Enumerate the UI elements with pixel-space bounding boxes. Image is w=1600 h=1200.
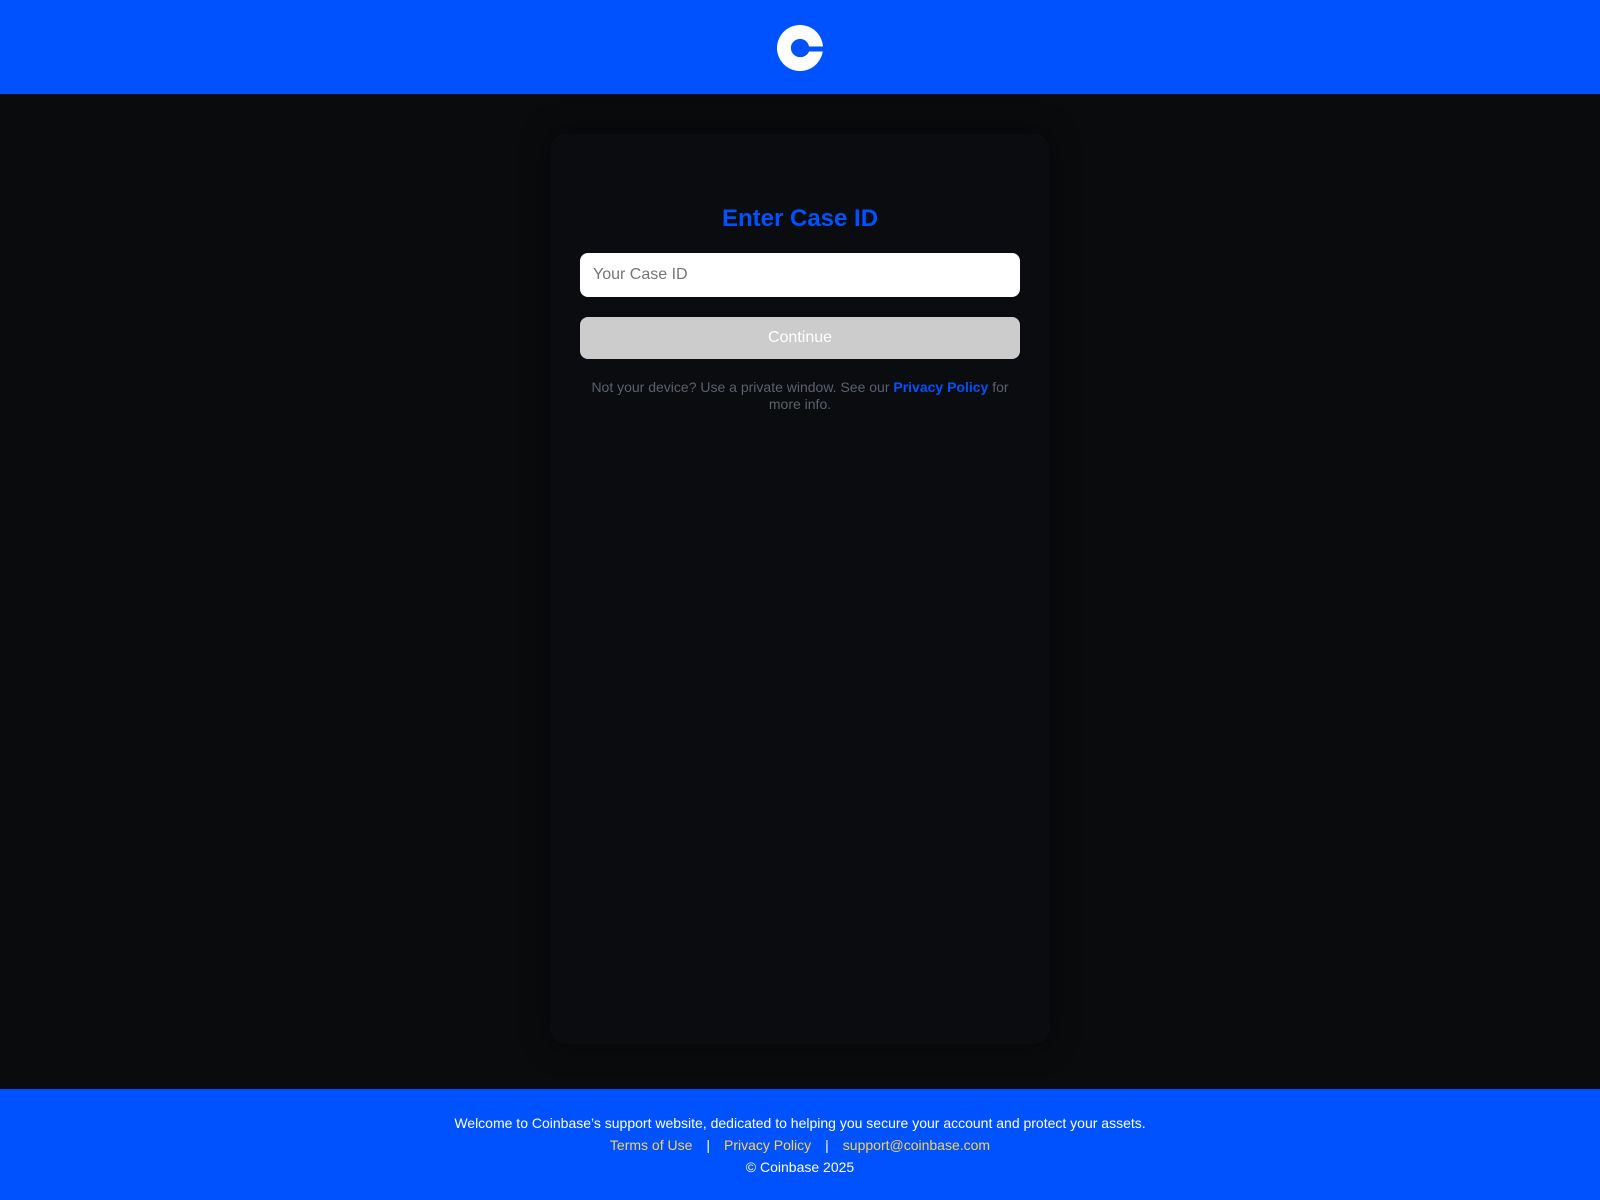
main-content: Enter Case ID Continue Not your device? … (0, 94, 1600, 1089)
footer-privacy-policy-link[interactable]: Privacy Policy (724, 1137, 811, 1153)
footer: Welcome to Coinbase’s support website, d… (0, 1089, 1600, 1200)
footer-links: Terms of Use | Privacy Policy | support@coin… (0, 1136, 1600, 1154)
privacy-policy-link[interactable]: Privacy Policy (893, 379, 988, 395)
footer-separator: | (706, 1137, 711, 1153)
footer-copyright: © Coinbase 2025 (745, 1159, 855, 1175)
support-email-link[interactable]: support@coinbase.com (843, 1137, 990, 1153)
case-id-input[interactable] (580, 253, 1020, 297)
page-title: Enter Case ID (721, 205, 879, 232)
private-window-note: Not your device? Use a private window. S… (580, 379, 1020, 413)
coinbase-logo-icon[interactable] (777, 24, 823, 71)
continue-button[interactable]: Continue (580, 317, 1020, 359)
terms-of-use-link[interactable]: Terms of Use (610, 1137, 692, 1153)
header-bar (0, 0, 1600, 94)
note-prefix: Not your device? Use a private window. S… (591, 379, 894, 395)
footer-separator: | (825, 1137, 829, 1153)
case-id-card: Enter Case ID Continue Not your device? … (550, 134, 1050, 1044)
footer-welcome-text: Welcome to Coinbase’s support website, d… (454, 1115, 1146, 1131)
